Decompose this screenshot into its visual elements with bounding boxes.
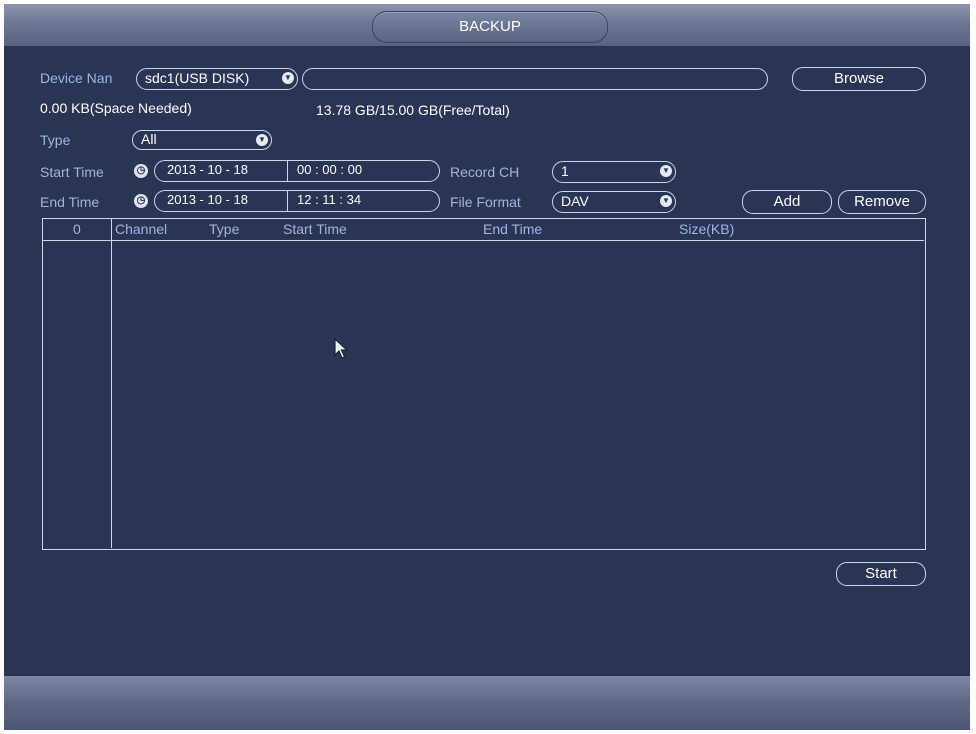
title-tab: BACKUP xyxy=(372,11,608,43)
backup-path-field[interactable] xyxy=(302,68,768,90)
chevron-down-icon: ▼ xyxy=(660,165,672,177)
chevron-down-icon: ▼ xyxy=(256,134,268,146)
start-datetime-field[interactable]: 2013 - 10 - 18 00 : 00 : 00 xyxy=(154,160,440,182)
end-clock-value[interactable]: 12 : 11 : 34 xyxy=(297,192,361,207)
file-format-label: File Format xyxy=(450,194,521,210)
type-select[interactable]: All ▼ xyxy=(132,130,272,150)
col-type[interactable]: Type xyxy=(209,221,239,237)
col-size[interactable]: Size(KB) xyxy=(679,221,734,237)
title-bar: BACKUP xyxy=(4,4,970,46)
datetime-divider xyxy=(287,191,288,211)
browse-button[interactable]: Browse xyxy=(792,67,926,91)
type-label: Type xyxy=(40,132,71,148)
end-date-value[interactable]: 2013 - 10 - 18 xyxy=(167,192,248,207)
free-total-text: 13.78 GB/15.00 GB(Free/Total) xyxy=(316,102,510,118)
file-list-table[interactable]: 0 Channel Type Start Time End Time Size(… xyxy=(42,218,926,550)
col-end-time[interactable]: End Time xyxy=(483,221,542,237)
window-title: BACKUP xyxy=(459,18,521,35)
column-divider xyxy=(111,219,112,548)
table-header: 0 Channel Type Start Time End Time Size(… xyxy=(43,219,924,241)
file-format-value: DAV xyxy=(561,193,589,209)
record-ch-value: 1 xyxy=(561,163,569,179)
end-time-label: End Time xyxy=(40,194,100,210)
start-button[interactable]: Start xyxy=(836,562,926,586)
end-datetime-field[interactable]: 2013 - 10 - 18 12 : 11 : 34 xyxy=(154,190,440,212)
footer-bar xyxy=(4,676,970,730)
remove-button[interactable]: Remove xyxy=(838,190,926,214)
file-count: 0 xyxy=(73,221,81,237)
record-ch-select[interactable]: 1 ▼ xyxy=(552,161,676,183)
backup-window: BACKUP Device Nan sdc1(USB DISK) ▼ Brows… xyxy=(4,4,970,730)
device-name-label: Device Nan xyxy=(40,70,113,86)
clock-icon[interactable]: ◷ xyxy=(134,194,148,208)
clock-icon[interactable]: ◷ xyxy=(134,164,148,178)
start-date-value[interactable]: 2013 - 10 - 18 xyxy=(167,162,248,177)
space-needed-text: 0.00 KB(Space Needed) xyxy=(40,100,192,116)
device-select[interactable]: sdc1(USB DISK) ▼ xyxy=(136,68,298,90)
add-button[interactable]: Add xyxy=(742,190,832,214)
record-ch-label: Record CH xyxy=(450,164,520,180)
start-clock-value[interactable]: 00 : 00 : 00 xyxy=(297,162,362,177)
chevron-down-icon: ▼ xyxy=(660,195,672,207)
start-time-label: Start Time xyxy=(40,164,104,180)
chevron-down-icon: ▼ xyxy=(282,72,294,84)
datetime-divider xyxy=(287,161,288,181)
file-format-select[interactable]: DAV ▼ xyxy=(552,191,676,213)
device-select-value: sdc1(USB DISK) xyxy=(145,70,250,86)
col-channel[interactable]: Channel xyxy=(115,221,167,237)
mouse-pointer-icon xyxy=(334,338,348,359)
type-select-value: All xyxy=(141,131,157,147)
col-start-time[interactable]: Start Time xyxy=(283,221,347,237)
